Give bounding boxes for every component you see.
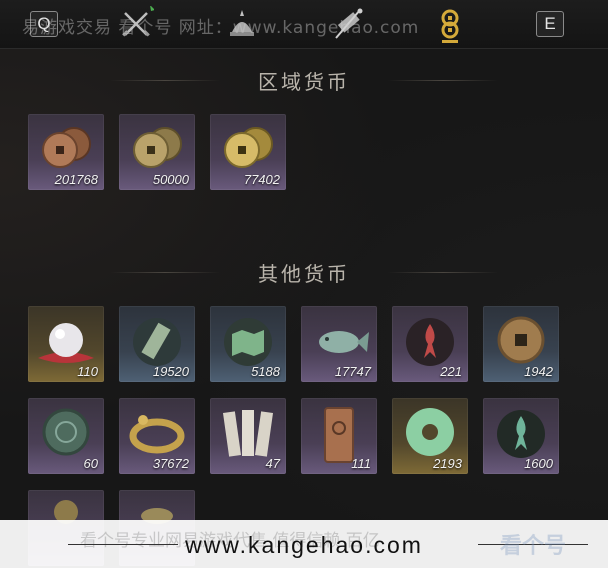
currency-slot[interactable]: 201768: [28, 114, 104, 190]
item-count: 17747: [334, 364, 371, 379]
currency-slot[interactable]: 110: [28, 306, 104, 382]
item-count: 110: [77, 364, 98, 379]
active-tab-indicator: [442, 40, 458, 43]
item-count: 111: [351, 456, 371, 471]
item-count: 1600: [524, 456, 553, 471]
currency-slot[interactable]: 77402: [210, 114, 286, 190]
item-count: 1942: [524, 364, 553, 379]
item-count: 60: [83, 456, 98, 471]
currency-slot[interactable]: 5188: [210, 306, 286, 382]
top-watermark: 易游戏交易 看个号 网址：www.kangehao.com: [22, 18, 420, 38]
currency-slot[interactable]: 47: [210, 398, 286, 474]
currency-slot[interactable]: 37672: [119, 398, 195, 474]
item-count: 19520: [152, 364, 189, 379]
item-count: 50000: [152, 172, 189, 187]
currency-slot[interactable]: 111: [301, 398, 377, 474]
currency-slot[interactable]: 19520: [119, 306, 195, 382]
item-count: 221: [440, 364, 462, 379]
top-tab-bar: Q E 易游戏交易 看个号 网址：www.kangehao.com: [0, 0, 608, 49]
currency-slot[interactable]: 17747: [301, 306, 377, 382]
item-count: 2193: [433, 456, 462, 471]
section-title-other-currency: 其他货币: [258, 262, 350, 286]
item-count: 5188: [251, 364, 280, 379]
currency-slot[interactable]: 60: [28, 398, 104, 474]
next-tab-key[interactable]: E: [536, 11, 564, 37]
currency-slot[interactable]: 221: [392, 306, 468, 382]
item-count: 77402: [243, 172, 280, 187]
item-count: 37672: [152, 456, 189, 471]
coin-stack-icon[interactable]: [432, 6, 468, 42]
kangehao-logo: 看个号: [500, 534, 567, 559]
currency-slot[interactable]: 1942: [483, 306, 559, 382]
item-count: 47: [265, 456, 280, 471]
item-count: 201768: [54, 172, 98, 187]
currency-slot[interactable]: 50000: [119, 114, 195, 190]
currency-slot[interactable]: 1600: [483, 398, 559, 474]
currency-slot[interactable]: 2193: [392, 398, 468, 474]
section-title-regional-currency: 区域货币: [258, 70, 350, 94]
